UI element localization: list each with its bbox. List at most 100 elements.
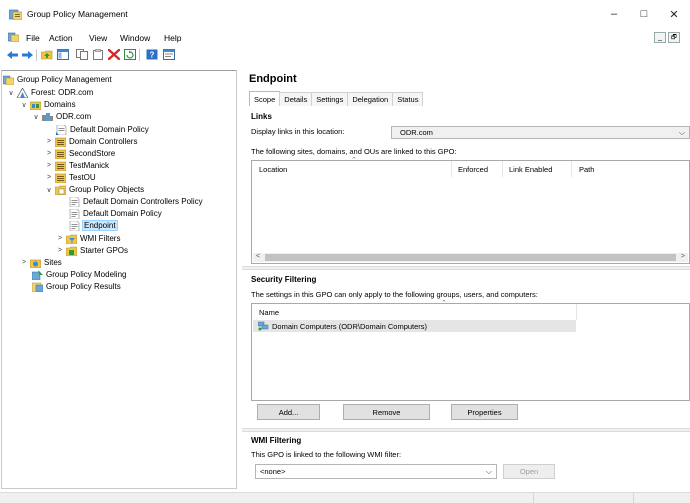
tree-node-label: Group Policy Modeling: [46, 270, 127, 279]
tree-node-group-policy-objects[interactable]: ∨ Group Policy Objects: [45, 184, 144, 195]
show-hide-tree-button[interactable]: [56, 48, 69, 61]
window-title: Group Policy Management: [27, 9, 128, 19]
chevron-right-icon[interactable]: >: [20, 259, 28, 266]
remove-button[interactable]: Remove: [343, 404, 430, 420]
scrollbar-thumb[interactable]: [265, 254, 676, 261]
results-icon: [32, 282, 43, 292]
location-value: ODR.com: [400, 128, 433, 137]
menu-window[interactable]: Window: [120, 33, 150, 43]
links-list[interactable]: Location ⌃ Enforced Link Enabled Path < …: [251, 157, 690, 264]
tree-node-group-policy-modeling[interactable]: Group Policy Modeling: [32, 269, 126, 280]
tree-node-testou[interactable]: > TestOU: [45, 172, 96, 183]
tree-node-default-domain-policy-link[interactable]: Default Domain Policy: [56, 124, 149, 135]
column-header-path[interactable]: Path: [579, 165, 594, 174]
chevron-right-icon[interactable]: >: [56, 247, 64, 254]
tree-node-forest[interactable]: ∨ Forest: ODR.com: [7, 87, 93, 98]
chevron-down-icon[interactable]: ∨: [32, 113, 40, 121]
column-header-location[interactable]: Location: [259, 165, 287, 174]
menu-file[interactable]: File: [26, 33, 40, 43]
tab-scope[interactable]: Scope: [249, 91, 281, 106]
section-divider: [242, 428, 690, 432]
tree-node-label: Sites: [44, 258, 62, 267]
paste-button[interactable]: [91, 48, 104, 61]
mdi-minimize-button[interactable]: _: [654, 32, 666, 43]
add-button[interactable]: Add...: [257, 404, 320, 420]
tree-node-default-domain-policy[interactable]: Default Domain Policy: [69, 208, 162, 219]
menu-view[interactable]: View: [89, 33, 107, 43]
tree-node-wmi-filters[interactable]: > WMI Filters: [56, 233, 120, 244]
close-button[interactable]: ✕: [660, 5, 688, 23]
scroll-right-icon[interactable]: >: [681, 253, 685, 260]
security-filtering-list[interactable]: Name ⌃ Domain Computers (ODR\Domain Comp…: [251, 300, 690, 401]
linked-description: The following sites, domains, and OUs ar…: [251, 147, 457, 156]
gpo-link-icon: [56, 124, 67, 135]
console-icon: [162, 49, 175, 60]
open-wmi-filter-button[interactable]: Open: [503, 464, 555, 479]
tree-node-label: Forest: ODR.com: [31, 88, 94, 97]
column-header-enforced[interactable]: Enforced: [458, 165, 488, 174]
show-tree-icon: [56, 49, 69, 60]
menu-action[interactable]: Action: [49, 33, 73, 43]
tree-node-starter-gpos[interactable]: > Starter GPOs: [56, 245, 128, 256]
delete-button[interactable]: [107, 48, 120, 61]
chevron-down-icon[interactable]: ∨: [20, 101, 28, 109]
details-pane: Endpoint Scope Details Settings Delegati…: [242, 70, 690, 489]
table-row[interactable]: Domain Computers (ODR\Domain Computers): [253, 320, 576, 332]
tree-node-group-policy-management[interactable]: Group Policy Management: [3, 74, 112, 85]
back-button[interactable]: [6, 48, 19, 61]
help-button[interactable]: ?: [145, 48, 158, 61]
tree-node-odr-com[interactable]: ∨ ODR.com: [32, 111, 91, 122]
toolbar-separator: [36, 49, 37, 61]
page-title: Endpoint: [249, 73, 297, 85]
domains-icon: [30, 101, 41, 110]
console-button[interactable]: [162, 48, 175, 61]
properties-button[interactable]: Properties: [451, 404, 518, 420]
copy-button[interactable]: [75, 48, 88, 61]
gpo-icon: [69, 220, 80, 231]
wmi-filtering-heading: WMI Filtering: [251, 436, 302, 445]
tree-node-domain-controllers[interactable]: > Domain Controllers: [45, 136, 137, 147]
horizontal-scrollbar[interactable]: < >: [253, 253, 688, 262]
tab-details[interactable]: Details: [279, 92, 313, 106]
chevron-right-icon[interactable]: >: [45, 150, 53, 157]
refresh-button[interactable]: [123, 48, 136, 61]
wmi-filter-dropdown[interactable]: <none> ⌵: [255, 464, 497, 479]
tree-node-group-policy-results[interactable]: Group Policy Results: [32, 281, 121, 292]
paste-icon: [92, 49, 103, 60]
tree-node-default-domain-controllers-policy[interactable]: Default Domain Controllers Policy: [69, 196, 203, 207]
back-arrow-icon: [7, 50, 18, 59]
modeling-icon: [32, 269, 43, 280]
chevron-right-icon[interactable]: >: [45, 162, 53, 169]
system-menu-icon[interactable]: [8, 32, 19, 42]
mdi-restore-button[interactable]: 🗗: [668, 32, 680, 43]
chevron-down-icon[interactable]: ∨: [7, 89, 15, 97]
chevron-right-icon[interactable]: >: [45, 138, 53, 145]
tree-node-testmanick[interactable]: > TestManick: [45, 160, 109, 171]
sort-caret-icon: ⌃: [351, 157, 357, 164]
maximize-button[interactable]: □: [630, 5, 658, 23]
forward-button[interactable]: [21, 48, 34, 61]
security-filtering-heading: Security Filtering: [251, 275, 317, 284]
tab-delegation[interactable]: Delegation: [347, 92, 394, 106]
scroll-left-icon[interactable]: <: [256, 253, 260, 260]
chevron-down-icon[interactable]: ∨: [45, 186, 53, 194]
domain-icon: [42, 112, 53, 121]
chevron-right-icon[interactable]: >: [45, 174, 53, 181]
column-separator: [571, 161, 572, 177]
up-level-button[interactable]: [40, 48, 53, 61]
status-separator: [633, 493, 634, 503]
minimize-button[interactable]: –: [600, 5, 628, 23]
tree-node-endpoint[interactable]: Endpoint: [69, 220, 118, 231]
tree-node-label: TestOU: [69, 173, 96, 182]
menu-help[interactable]: Help: [164, 33, 181, 43]
tab-status[interactable]: Status: [392, 92, 424, 106]
tree-node-secondstore[interactable]: > SecondStore: [45, 148, 115, 159]
tab-settings[interactable]: Settings: [311, 92, 349, 106]
column-header-name[interactable]: Name: [259, 308, 279, 317]
column-header-link-enabled[interactable]: Link Enabled: [509, 165, 552, 174]
tree-node-sites[interactable]: > Sites: [20, 257, 62, 268]
location-dropdown[interactable]: ODR.com ⌵: [391, 126, 690, 139]
tree-node-domains[interactable]: ∨ Domains: [20, 99, 76, 110]
ou-icon: [55, 161, 66, 171]
chevron-right-icon[interactable]: >: [56, 235, 64, 242]
